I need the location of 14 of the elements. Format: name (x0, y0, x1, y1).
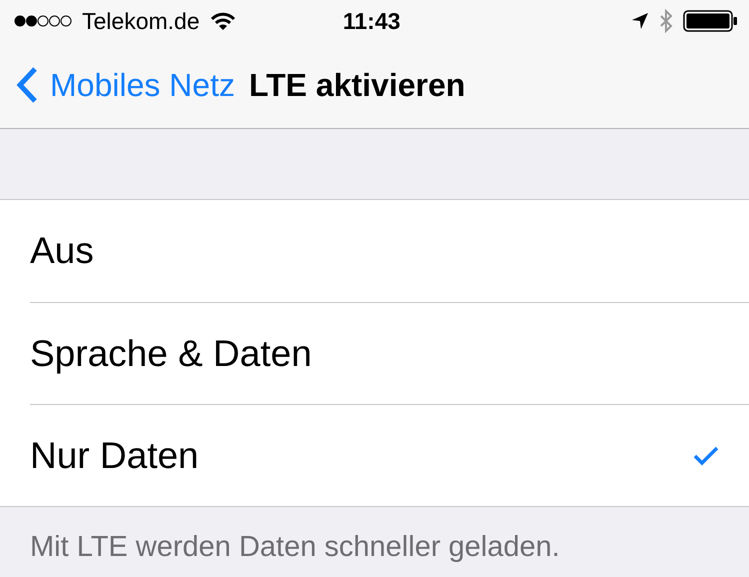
status-time: 11:43 (342, 8, 400, 34)
back-button[interactable]: Mobiles Netz (16, 66, 235, 104)
option-row[interactable]: Sprache & Daten (30, 302, 749, 404)
chevron-left-icon (16, 66, 38, 104)
battery-icon (683, 10, 739, 32)
page-title: LTE aktivieren (248, 66, 466, 104)
option-row[interactable]: Nur Daten (30, 404, 749, 506)
wifi-icon (210, 11, 236, 31)
footer-note: Mit LTE werden Daten schneller geladen. (29, 530, 561, 564)
bluetooth-icon (659, 9, 673, 33)
signal-icon (14, 14, 72, 28)
option-row[interactable]: Aus (30, 200, 749, 302)
carrier-name: Telekom.de (82, 8, 200, 34)
location-arrow-icon (631, 12, 649, 30)
